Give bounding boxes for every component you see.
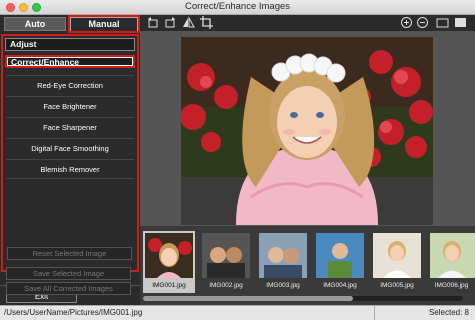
save-all-corrected-images-button[interactable]: Save All Corrected Images xyxy=(6,282,131,295)
section-correct-enhance[interactable]: Correct/Enhance xyxy=(5,55,135,68)
title-bar: Correct/Enhance Images xyxy=(0,0,475,15)
preview-photo[interactable] xyxy=(181,37,433,225)
image-toolbar xyxy=(140,15,475,31)
zoom-in-icon[interactable] xyxy=(400,16,413,29)
save-selected-image-button[interactable]: Save Selected Image xyxy=(6,267,131,280)
zoom-out-icon[interactable] xyxy=(416,16,429,29)
section-adjust[interactable]: Adjust xyxy=(5,38,135,51)
crop-icon[interactable] xyxy=(200,16,213,29)
selected-count: Selected: 8 xyxy=(428,308,469,317)
manual-tab-highlight xyxy=(68,15,140,33)
window-title: Correct/Enhance Images xyxy=(184,1,291,12)
thumbnail-item[interactable]: IMG003.jpg xyxy=(257,231,309,293)
tab-auto[interactable]: Auto xyxy=(4,17,66,31)
reset-selected-image-button[interactable]: Reset Selected Image xyxy=(7,247,132,260)
status-separator xyxy=(374,306,375,320)
thumbnail-strip: IMG001.jpg IMG002.jpg IMG003.jpg IMG004.… xyxy=(140,226,475,305)
scrollbar-thumb[interactable] xyxy=(143,296,353,301)
rotate-right-icon[interactable] xyxy=(164,16,177,29)
fit-screen-icon[interactable] xyxy=(454,16,467,29)
status-bar: /Users/UserName/Pictures/IMG001.jpg Sele… xyxy=(0,305,475,320)
flip-icon[interactable] xyxy=(182,16,195,29)
red-eye-correction-button[interactable]: Red-Eye Correction xyxy=(6,75,134,95)
digital-face-smoothing-button[interactable]: Digital Face Smoothing xyxy=(6,138,134,158)
blemish-remover-button[interactable]: Blemish Remover xyxy=(6,159,134,179)
left-panel: Auto Manual Adjust Correct/Enhance Red-E… xyxy=(0,15,140,305)
file-path: /Users/UserName/Pictures/IMG001.jpg xyxy=(4,308,143,317)
thumbnail-item[interactable]: IMG002.jpg xyxy=(200,231,252,293)
thumbnail-scrollbar[interactable] xyxy=(143,296,463,301)
face-sharpener-button[interactable]: Face Sharpener xyxy=(6,117,134,137)
thumbnail-item[interactable]: IMG004.jpg xyxy=(314,231,366,293)
thumbnail-item[interactable]: IMG005.jpg xyxy=(371,231,423,293)
rotate-left-icon[interactable] xyxy=(146,16,159,29)
thumbnail-item[interactable]: IMG001.jpg xyxy=(143,231,195,293)
fullscreen-icon[interactable] xyxy=(436,16,449,29)
image-preview-area xyxy=(140,31,475,226)
thumbnail-item[interactable]: IMG006.jpg xyxy=(428,231,475,293)
face-brightener-button[interactable]: Face Brightener xyxy=(6,96,134,116)
